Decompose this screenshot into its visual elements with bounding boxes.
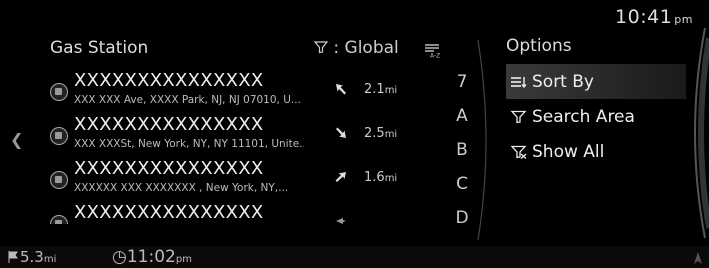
panel-header: Gas Station : Global A-Z: [50, 38, 450, 64]
result-name: XXXXXXXXXXXXXXX: [74, 114, 264, 135]
option-label: Search Area: [532, 106, 635, 127]
results-panel: Gas Station : Global A-Z XXXXXXXXXXXXXXX…: [36, 32, 466, 250]
options-title: Options: [506, 36, 572, 56]
commander-dial-icon: [694, 28, 709, 238]
alpha-index-item[interactable]: B: [452, 140, 472, 174]
sort-az-icon[interactable]: A-Z: [424, 42, 440, 58]
result-distance: 2.1mi: [364, 82, 398, 97]
clock-ampm: pm: [674, 13, 693, 26]
filter-scope[interactable]: : Global: [314, 38, 399, 58]
show-all-option[interactable]: Show All: [506, 134, 686, 169]
result-name: XXXXXXXXXXXXXXX: [74, 70, 264, 91]
clock-time: 10:41: [615, 6, 673, 28]
arrow-northwest-icon: [336, 84, 346, 95]
list-item[interactable]: XXXXXXXXXXXXXXX: [48, 204, 448, 224]
funnel-icon: [510, 110, 527, 123]
alpha-index[interactable]: 7 A B C D: [452, 72, 472, 242]
option-label: Show All: [532, 141, 605, 162]
list-item[interactable]: XXXXXXXXXXXXXXX XXX XXXSt, New York, NY,…: [48, 114, 448, 160]
funnel-clear-icon: [510, 145, 527, 159]
arrow-east-icon: [336, 218, 346, 224]
clock: 10:41 pm: [615, 6, 693, 28]
options-menu: Options Sort By Search Area Show All: [506, 36, 686, 169]
list-item[interactable]: XXXXXXXXXXXXXXX XXXXXX XXX XXXXXXX , New…: [48, 158, 448, 204]
gas-station-icon: [50, 171, 68, 189]
divider: [474, 39, 496, 241]
arrival-time: ◷11:02pm: [112, 247, 192, 267]
alpha-index-item[interactable]: A: [452, 106, 472, 140]
gas-station-icon: [50, 127, 68, 145]
result-address: XXX XXX Ave, XXXX Park, NJ, NJ 07010, U.…: [74, 94, 301, 106]
alpha-index-item[interactable]: C: [452, 174, 472, 208]
sort-by-option[interactable]: Sort By: [506, 64, 686, 99]
funnel-icon: [314, 41, 328, 54]
nav-screen: 10:41 pm ❮ Gas Station : Global A-Z XXXXX…: [0, 0, 709, 268]
result-name: XXXXXXXXXXXXXXX: [74, 158, 264, 179]
result-address: XXXXXX XXX XXXXXXX , New York, NY,...: [74, 182, 289, 194]
arrow-northeast-icon: [335, 172, 346, 182]
gas-station-icon: [50, 215, 68, 224]
results-list: XXXXXXXXXXXXXXX XXX XXX Ave, XXXX Park, …: [48, 70, 448, 224]
filter-label: : Global: [333, 38, 399, 58]
compass-icon: [694, 252, 702, 264]
result-name: XXXXXXXXXXXXXXX: [74, 204, 264, 223]
alpha-index-item[interactable]: 7: [452, 72, 472, 106]
remaining-distance: 5.3mi: [8, 248, 56, 266]
gas-station-icon: [50, 83, 68, 101]
search-area-option[interactable]: Search Area: [506, 99, 686, 134]
result-address: XXX XXXSt, New York, NY, NY 11101, Unite…: [74, 138, 304, 150]
back-arrow-icon[interactable]: ❮: [10, 130, 23, 149]
page-title: Gas Station: [50, 38, 149, 58]
option-label: Sort By: [532, 71, 594, 92]
flag-icon: [8, 251, 18, 263]
list-item[interactable]: XXXXXXXXXXXXXXX XXX XXX Ave, XXXX Park, …: [48, 70, 448, 116]
status-bar: 5.3mi ◷11:02pm: [0, 246, 709, 268]
result-distance: 1.6mi: [364, 170, 398, 185]
svg-text:A-Z: A-Z: [430, 53, 440, 59]
result-distance: 2.5mi: [364, 126, 398, 141]
clock-icon: ◷: [112, 247, 127, 267]
sort-icon: [511, 76, 527, 88]
alpha-index-item[interactable]: D: [452, 208, 472, 242]
arrow-southeast-icon: [336, 127, 346, 138]
